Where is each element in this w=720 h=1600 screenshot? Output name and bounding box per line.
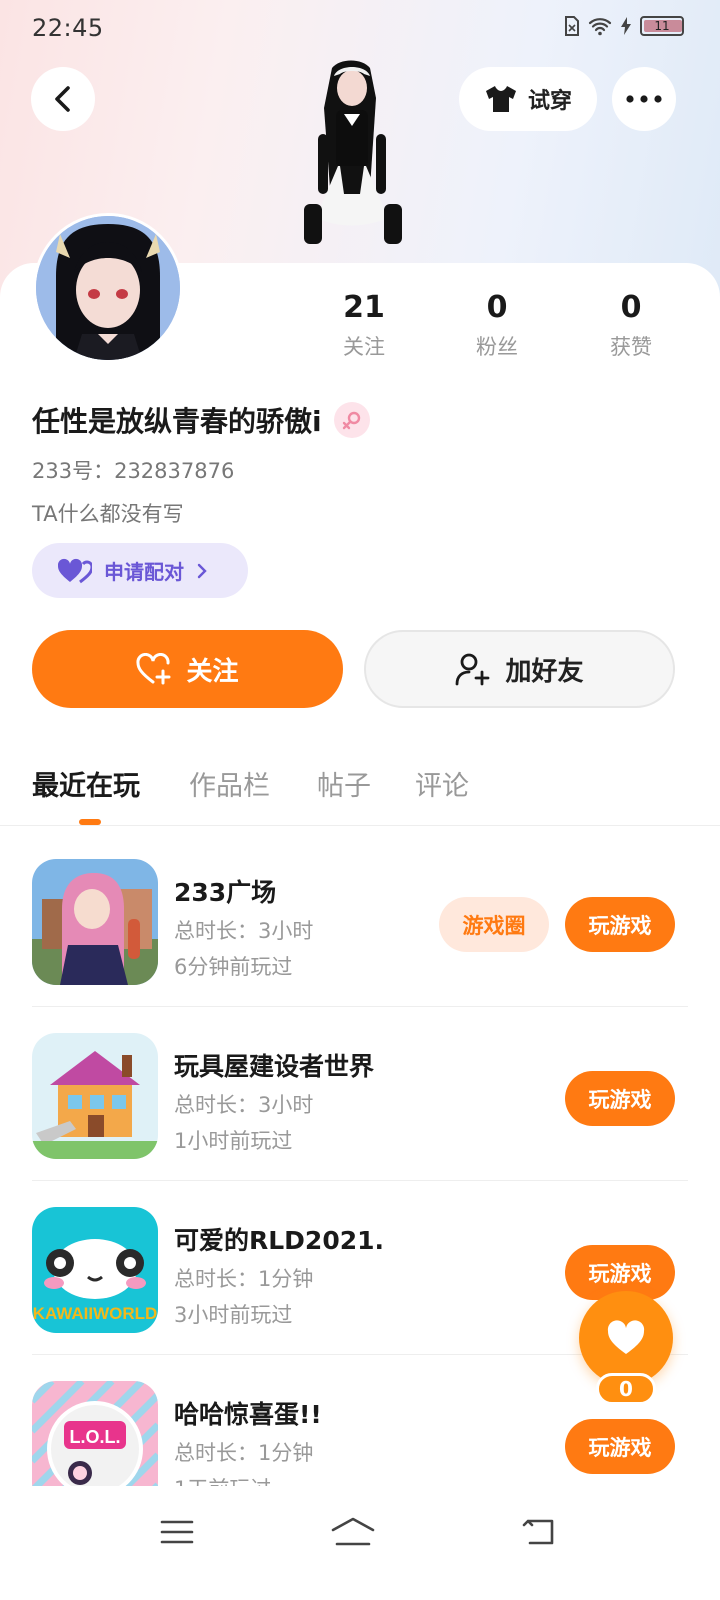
game-name: 哈哈惊喜蛋!! — [174, 1400, 322, 1429]
like-count-badge: 0 — [596, 1373, 656, 1405]
battery-level: 11 — [654, 19, 670, 33]
nav-menu-button[interactable] — [147, 1510, 207, 1554]
play-game-button[interactable]: 玩游戏 — [565, 897, 675, 952]
double-heart-icon — [58, 558, 92, 583]
stat-fans[interactable]: 0 粉丝 — [437, 290, 557, 361]
user-id: 233号：232837876 — [32, 459, 235, 483]
request-pair-button[interactable]: 申请配对 — [32, 543, 248, 598]
add-user-icon — [456, 653, 490, 686]
sim-icon — [565, 16, 579, 36]
shirt-icon — [485, 86, 516, 112]
charging-icon — [621, 17, 631, 35]
status-icons: 11 — [564, 16, 684, 36]
nav-back-button[interactable] — [508, 1510, 568, 1554]
play-game-button[interactable]: 玩游戏 — [565, 1071, 675, 1126]
tab-comments[interactable]: 评论 — [415, 764, 469, 803]
tab-posts[interactable]: 帖子 — [317, 764, 371, 803]
battery-icon: 11 — [640, 16, 684, 36]
game-toy-house-icon — [32, 1033, 158, 1159]
heart-plus-icon — [136, 653, 171, 685]
menu-icon — [160, 1520, 194, 1544]
user-avatar-icon — [36, 216, 180, 360]
system-nav-bar — [0, 1486, 720, 1600]
game-duration: 总时长：3小时 — [174, 1093, 314, 1117]
game-name: 233广场 — [174, 878, 277, 907]
stat-likes-value: 0 — [620, 290, 642, 325]
game-list-item[interactable]: 233广场 总时长：3小时 6分钟前玩过 游戏圈 玩游戏 — [0, 833, 720, 1007]
tab-recent-play[interactable]: 最近在玩 — [32, 764, 140, 803]
add-friend-label: 加好友 — [505, 656, 584, 687]
game-last-played: 6分钟前玩过 — [174, 955, 293, 979]
tab-indicator — [79, 819, 101, 825]
wifi-icon — [588, 18, 612, 36]
game-list-item[interactable]: 玩具屋建设者世界 总时长：3小时 1小时前玩过 玩游戏 — [0, 1007, 720, 1181]
game-last-played: 3小时前玩过 — [174, 1303, 293, 1327]
game-233-plaza-icon — [32, 859, 158, 985]
profile-tabs: 最近在玩 作品栏 帖子 评论 — [0, 760, 720, 826]
stat-fans-label: 粉丝 — [476, 335, 518, 359]
request-pair-label: 申请配对 — [104, 560, 184, 584]
female-icon — [342, 411, 360, 430]
heart-icon — [607, 1320, 645, 1354]
game-icon-text: KAWAIIWORLD — [33, 1304, 158, 1323]
stat-likes-label: 获赞 — [610, 335, 652, 359]
status-time: 22:45 — [32, 14, 104, 42]
nav-home-button[interactable] — [323, 1510, 383, 1554]
stat-likes[interactable]: 0 获赞 — [571, 290, 691, 361]
game-duration: 总时长：3小时 — [174, 919, 314, 943]
stat-fans-value: 0 — [486, 290, 508, 325]
floating-like-button[interactable] — [579, 1291, 673, 1385]
game-icon[interactable] — [32, 859, 158, 985]
chevron-right-icon — [197, 563, 207, 578]
home-icon — [331, 1517, 375, 1546]
character-figure-icon — [304, 60, 402, 244]
tab-works[interactable]: 作品栏 — [189, 764, 270, 803]
back-button[interactable] — [31, 67, 95, 131]
game-icon[interactable] — [32, 1033, 158, 1159]
more-dots-icon — [626, 95, 662, 103]
game-icon[interactable]: KAWAIIWORLD — [32, 1207, 158, 1333]
back-arrow-icon — [522, 1519, 554, 1545]
status-bar: 22:45 11 — [0, 0, 720, 56]
game-duration: 总时长：1分钟 — [174, 1267, 314, 1291]
stat-following-value: 21 — [343, 290, 385, 325]
avatar[interactable] — [33, 213, 183, 363]
game-kawaii-world-icon: KAWAIIWORLD — [32, 1207, 158, 1333]
game-name: 可爱的RLD2021. — [174, 1226, 385, 1255]
try-on-button[interactable]: 试穿 — [459, 67, 597, 131]
follow-label: 关注 — [186, 656, 239, 687]
more-options-button[interactable] — [612, 67, 676, 131]
follow-button[interactable]: 关注 — [32, 630, 343, 708]
game-icon-text: L.O.L. — [70, 1427, 121, 1447]
chevron-left-icon — [55, 86, 70, 112]
game-last-played: 1小时前玩过 — [174, 1129, 293, 1153]
game-duration: 总时长：1分钟 — [174, 1441, 314, 1465]
stat-following-label: 关注 — [343, 335, 385, 359]
stat-following[interactable]: 21 关注 — [304, 290, 424, 361]
try-on-label: 试穿 — [527, 89, 572, 114]
user-bio: TA什么都没有写 — [32, 502, 184, 526]
username-row: 任性是放纵青春的骄傲i — [32, 400, 370, 440]
username: 任性是放纵青春的骄傲i — [32, 405, 322, 438]
avatar-3d-figure[interactable] — [288, 54, 416, 264]
game-name: 玩具屋建设者世界 — [174, 1052, 375, 1081]
gender-badge — [333, 402, 370, 438]
game-circle-button[interactable]: 游戏圈 — [439, 897, 549, 952]
play-game-button[interactable]: 玩游戏 — [565, 1419, 675, 1474]
add-friend-button[interactable]: 加好友 — [364, 630, 675, 708]
